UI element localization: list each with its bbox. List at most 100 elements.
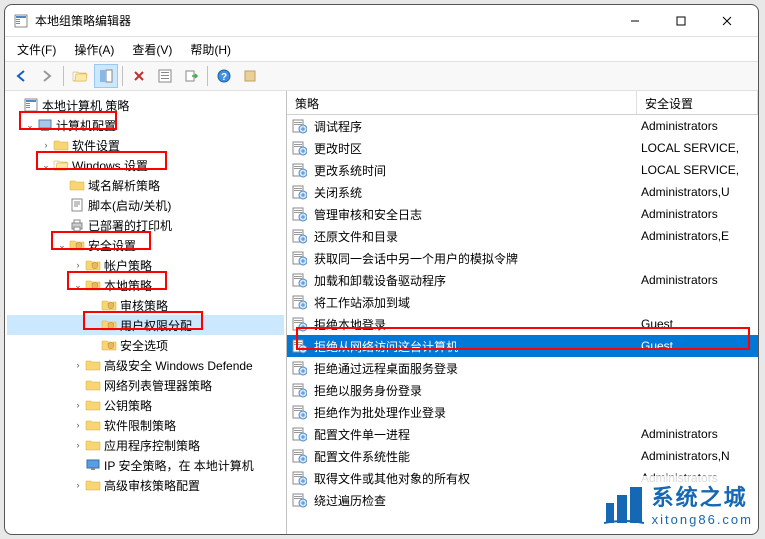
forward-button[interactable]: [35, 64, 59, 88]
setting-value: Administrators,N: [637, 449, 758, 463]
content-area: 本地计算机 策略 ⌄ 计算机配置 › 软件设置 ⌄ Windows 设置 域名解…: [5, 91, 758, 534]
list-row[interactable]: 配置文件系统性能 Administrators,N: [287, 445, 758, 467]
separator: [63, 66, 64, 86]
list-row[interactable]: 拒绝以服务身份登录: [287, 379, 758, 401]
tree-audit-policy[interactable]: 审核策略: [7, 295, 284, 315]
list-row[interactable]: 拒绝本地登录Guest: [287, 313, 758, 335]
tree-local-policies[interactable]: ⌄ 本地策略: [7, 275, 284, 295]
expand-icon[interactable]: ›: [71, 478, 85, 492]
tree-windows-settings[interactable]: ⌄ Windows 设置: [7, 155, 284, 175]
watermark-logo-icon: [604, 483, 646, 525]
list-row[interactable]: 管理审核和安全日志Administrators: [287, 203, 758, 225]
up-button[interactable]: [68, 64, 92, 88]
policy-label: 配置文件系统性能: [314, 448, 410, 465]
setting-value: Administrators,U: [637, 185, 758, 199]
collapse-icon[interactable]: ⌄: [71, 278, 85, 292]
properties-button[interactable]: [153, 64, 177, 88]
watermark: 系统之城 xitong86.com: [600, 476, 757, 531]
menu-help[interactable]: 帮助(H): [182, 39, 239, 60]
expand-icon[interactable]: ›: [71, 258, 85, 272]
policy-item-icon: [291, 382, 307, 398]
list-row[interactable]: 拒绝通过远程桌面服务登录: [287, 357, 758, 379]
expand-icon[interactable]: ›: [71, 418, 85, 432]
list-row[interactable]: 更改系统时间LOCAL SERVICE,: [287, 159, 758, 181]
folder-icon: [85, 377, 101, 393]
tree-security-settings[interactable]: ⌄ 安全设置: [7, 235, 284, 255]
list-row[interactable]: 关闭系统Administrators,U: [287, 181, 758, 203]
tree-user-rights[interactable]: 用户权限分配: [7, 315, 284, 335]
menu-action[interactable]: 操作(A): [66, 39, 122, 60]
tree-software-restrict[interactable]: › 软件限制策略: [7, 415, 284, 435]
policy-item-icon: [291, 140, 307, 156]
policy-item-icon: [291, 316, 307, 332]
policy-item-icon: [291, 162, 307, 178]
expand-icon[interactable]: ›: [39, 138, 53, 152]
policy-label: 拒绝作为批处理作业登录: [314, 404, 446, 421]
folder-icon: [85, 417, 101, 433]
folder-icon: [85, 357, 101, 373]
policy-item-icon: [291, 426, 307, 442]
collapse-icon[interactable]: ⌄: [39, 158, 53, 172]
list-row[interactable]: 调试程序Administrators: [287, 115, 758, 137]
tree-software-settings[interactable]: › 软件设置: [7, 135, 284, 155]
tree-deployed-printers[interactable]: 已部署的打印机: [7, 215, 284, 235]
menu-file[interactable]: 文件(F): [9, 39, 64, 60]
list-row[interactable]: 拒绝作为批处理作业登录: [287, 401, 758, 423]
expand-icon[interactable]: ›: [71, 438, 85, 452]
policy-label: 配置文件单一进程: [314, 426, 410, 443]
policy-label: 绕过遍历检查: [314, 492, 386, 509]
help-button[interactable]: [212, 64, 236, 88]
tree-security-options[interactable]: 安全选项: [7, 335, 284, 355]
list-header: 策略 安全设置: [287, 91, 758, 115]
tree-network-list[interactable]: 网络列表管理器策略: [7, 375, 284, 395]
tree-computer-config[interactable]: ⌄ 计算机配置: [7, 115, 284, 135]
tree-windows-defender[interactable]: › 高级安全 Windows Defende: [7, 355, 284, 375]
list-row[interactable]: 更改时区LOCAL SERVICE,: [287, 137, 758, 159]
policy-label: 更改时区: [314, 140, 362, 157]
policy-item-icon: [291, 448, 307, 464]
tree-ip-security[interactable]: IP 安全策略，在 本地计算机: [7, 455, 284, 475]
list-row[interactable]: 拒绝从网络访问这台计算机Guest: [287, 335, 758, 357]
export-button[interactable]: [179, 64, 203, 88]
expand-icon[interactable]: ›: [71, 358, 85, 372]
policy-label: 拒绝通过远程桌面服务登录: [314, 360, 458, 377]
tree-scripts[interactable]: 脚本(启动/关机): [7, 195, 284, 215]
policy-label: 获取同一会话中另一个用户的模拟令牌: [314, 250, 518, 267]
tree-advanced-audit[interactable]: › 高级审核策略配置: [7, 475, 284, 495]
column-header-policy[interactable]: 策略: [287, 91, 637, 114]
list-row[interactable]: 获取同一会话中另一个用户的模拟令牌: [287, 247, 758, 269]
tree-root[interactable]: 本地计算机 策略: [7, 95, 284, 115]
list-row[interactable]: 配置文件单一进程 Administrators: [287, 423, 758, 445]
menubar: 文件(F) 操作(A) 查看(V) 帮助(H): [5, 37, 758, 61]
list-row[interactable]: 还原文件和目录Administrators,E: [287, 225, 758, 247]
maximize-button[interactable]: [658, 6, 704, 36]
list-view[interactable]: 策略 安全设置 调试程序Administrators更改时区LOCAL SERV…: [287, 91, 758, 534]
list-row[interactable]: 加载和卸载设备驱动程序Administrators: [287, 269, 758, 291]
tree-account-policies[interactable]: › 帐户策略: [7, 255, 284, 275]
policy-item-icon: [291, 118, 307, 134]
back-button[interactable]: [9, 64, 33, 88]
show-hide-tree-button[interactable]: [94, 64, 118, 88]
policy-label: 取得文件或其他对象的所有权: [314, 470, 470, 487]
script-icon: [69, 197, 85, 213]
policy-label: 将工作站添加到域: [314, 294, 410, 311]
collapse-icon[interactable]: ⌄: [23, 118, 37, 132]
collapse-icon[interactable]: ⌄: [55, 238, 69, 252]
setting-value: Administrators: [637, 427, 758, 441]
column-header-setting[interactable]: 安全设置: [637, 91, 758, 114]
delete-button[interactable]: [127, 64, 151, 88]
tree-view[interactable]: 本地计算机 策略 ⌄ 计算机配置 › 软件设置 ⌄ Windows 设置 域名解…: [5, 91, 287, 534]
menu-view[interactable]: 查看(V): [124, 39, 180, 60]
expand-icon[interactable]: ›: [71, 398, 85, 412]
watermark-title: 系统之城: [652, 480, 753, 512]
tree-app-control[interactable]: › 应用程序控制策略: [7, 435, 284, 455]
minimize-button[interactable]: [612, 6, 658, 36]
policy-label: 拒绝以服务身份登录: [314, 382, 422, 399]
shield-folder-icon: [69, 237, 85, 253]
refresh-button[interactable]: [238, 64, 262, 88]
policy-label: 还原文件和目录: [314, 228, 398, 245]
list-row[interactable]: 将工作站添加到域: [287, 291, 758, 313]
tree-public-key[interactable]: › 公钥策略: [7, 395, 284, 415]
tree-dns-policy[interactable]: 域名解析策略: [7, 175, 284, 195]
close-button[interactable]: [704, 6, 750, 36]
